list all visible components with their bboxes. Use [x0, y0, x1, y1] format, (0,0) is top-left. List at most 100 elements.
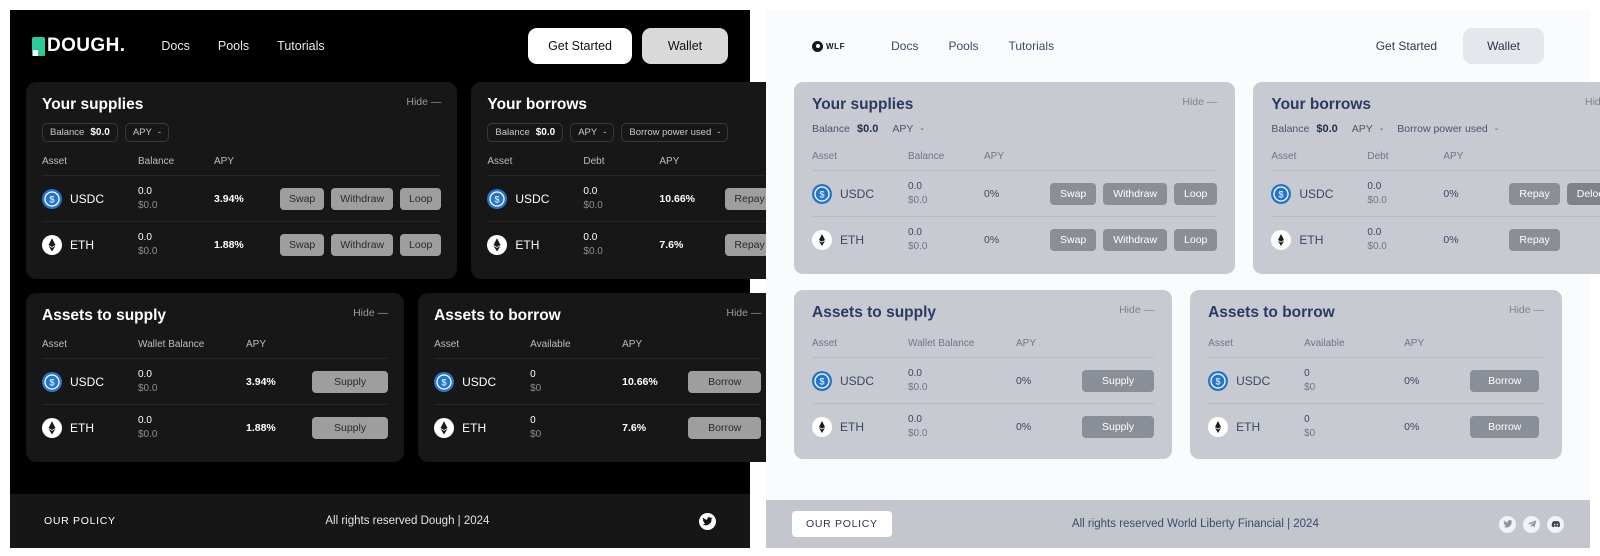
- card-assets-to-borrow: Assets to borrow Hide — Asset Available …: [418, 293, 778, 462]
- hide-toggle[interactable]: Hide —: [1585, 96, 1600, 108]
- nav-link-docs[interactable]: Docs: [891, 39, 918, 53]
- available-amount: 0: [530, 415, 536, 426]
- debt-amount: 0.0: [583, 232, 598, 243]
- borrow-button[interactable]: Borrow: [688, 370, 762, 393]
- pill-apy: APY -: [124, 123, 169, 142]
- hide-toggle[interactable]: Hide —: [726, 307, 761, 319]
- col-debt: Debt: [1367, 151, 1389, 162]
- cell-wallet-balance: 0.0 $0.0: [138, 414, 246, 441]
- light-logo[interactable]: WLF: [812, 40, 845, 52]
- discord-icon[interactable]: [1547, 515, 1564, 533]
- dark-logo[interactable]: DOUGH.: [32, 35, 125, 57]
- asset-name: USDC: [1236, 373, 1271, 388]
- wallet-amount: 0.0: [908, 368, 922, 379]
- withdraw-button[interactable]: Withdraw: [331, 233, 394, 256]
- telegram-icon[interactable]: [1523, 515, 1540, 533]
- col-debt: Debt: [583, 156, 605, 167]
- withdraw-button[interactable]: Withdraw: [331, 187, 394, 210]
- hide-toggle[interactable]: Hide —: [1119, 304, 1154, 316]
- repay-button[interactable]: Repay: [1509, 228, 1560, 251]
- social-links: [1499, 515, 1564, 533]
- col-asset: Asset: [812, 151, 838, 162]
- pill-balance: Balance $0.0: [1271, 123, 1337, 135]
- nav-link-tutorials[interactable]: Tutorials: [1009, 39, 1055, 53]
- col-actions: [312, 339, 388, 350]
- hide-toggle[interactable]: Hide —: [1509, 304, 1544, 316]
- light-theme-panel: WLF Docs Pools Tutorials Get Started Wal…: [766, 10, 1600, 548]
- cell-apy: 3.94%: [246, 375, 276, 388]
- asset-name: ETH: [840, 232, 864, 247]
- swap-button[interactable]: Swap: [1050, 228, 1097, 251]
- card-header: Your supplies Hide —: [812, 96, 1217, 114]
- withdraw-button[interactable]: Withdraw: [1103, 228, 1168, 251]
- swap-button[interactable]: Swap: [280, 233, 325, 256]
- pill-balance: Balance $0.0: [42, 123, 118, 142]
- wallet-button[interactable]: Wallet: [642, 28, 728, 64]
- nav-link-docs[interactable]: Docs: [161, 39, 189, 53]
- table-row: ETH 0.0 $0.0 1.88% Supply: [42, 404, 389, 450]
- social-links: [699, 512, 716, 530]
- nav-link-pools[interactable]: Pools: [218, 39, 249, 53]
- hide-toggle[interactable]: Hide —: [353, 307, 388, 319]
- supply-button[interactable]: Supply: [1082, 415, 1155, 438]
- cell-asset: $ USDC: [1208, 370, 1304, 391]
- eth-coin-icon: [1271, 229, 1292, 250]
- loop-button[interactable]: Loop: [400, 187, 442, 210]
- borrow-button[interactable]: Borrow: [688, 416, 762, 439]
- table-row: ETH 0 $0 0% Borrow: [1208, 403, 1544, 449]
- balance-amount: 0.0: [908, 181, 922, 192]
- hide-toggle[interactable]: Hide —: [1182, 96, 1217, 108]
- card-title: Assets to supply: [812, 304, 937, 321]
- hide-toggle[interactable]: Hide —: [406, 96, 441, 108]
- pill-borrow-power-used: Borrow power used -: [621, 123, 729, 142]
- repay-button[interactable]: Repay: [1509, 182, 1560, 205]
- pill-label: Borrow power used: [1397, 123, 1488, 135]
- balance-amount: 0.0: [138, 232, 152, 243]
- cell-asset: $ USDC: [42, 371, 138, 392]
- cell-apy: 0%: [1443, 233, 1459, 246]
- wallet-button[interactable]: Wallet: [1463, 28, 1544, 64]
- withdraw-button[interactable]: Withdraw: [1103, 182, 1168, 205]
- supply-button[interactable]: Supply: [312, 416, 389, 439]
- col-actions: [1082, 338, 1154, 349]
- supply-button[interactable]: Supply: [1082, 369, 1155, 392]
- cell-apy: 7.6%: [659, 238, 684, 251]
- dark-footer: OUR POLICY All rights reserved Dough | 2…: [10, 494, 750, 548]
- pill-label: APY: [132, 127, 152, 138]
- get-started-button[interactable]: Get Started: [1359, 28, 1454, 64]
- swap-button[interactable]: Swap: [280, 187, 325, 210]
- pill-label: APY: [578, 127, 598, 138]
- col-actions: [1050, 151, 1217, 162]
- borrow-button[interactable]: Borrow: [1470, 415, 1540, 438]
- twitter-icon[interactable]: [699, 512, 716, 530]
- our-policy-link[interactable]: OUR POLICY: [792, 511, 892, 537]
- loop-button[interactable]: Loop: [400, 233, 442, 256]
- cell-asset: $ USDC: [1271, 183, 1367, 204]
- wallet-amount: 0.0: [138, 369, 152, 380]
- table-row: $ USDC 0.0 $0.0 3.94% Supply: [42, 358, 389, 404]
- cell-asset: $ USDC: [487, 188, 583, 209]
- card-assets-to-borrow: Assets to borrow Hide — Asset Available …: [1190, 290, 1562, 459]
- cell-asset: ETH: [1208, 416, 1304, 437]
- nav-link-pools[interactable]: Pools: [948, 39, 978, 53]
- deloop-button[interactable]: Deloop: [1566, 182, 1600, 205]
- nav-link-tutorials[interactable]: Tutorials: [277, 39, 324, 53]
- cell-asset: ETH: [42, 417, 138, 438]
- col-apy: APY: [214, 156, 235, 167]
- dark-row-top: Your supplies Hide — Balance $0.0 APY -: [26, 82, 849, 279]
- our-policy-link[interactable]: OUR POLICY: [44, 515, 116, 527]
- svg-text:$: $: [1216, 376, 1221, 386]
- card-assets-to-supply: Assets to supply Hide — Asset Wallet Bal…: [794, 290, 1173, 459]
- cell-debt: 0.0 $0.0: [1367, 226, 1443, 253]
- col-available: Available: [530, 339, 571, 350]
- card-header: Your borrows Hide —: [1271, 96, 1600, 114]
- svg-text:$: $: [49, 194, 54, 204]
- borrow-button[interactable]: Borrow: [1470, 369, 1540, 392]
- get-started-button[interactable]: Get Started: [528, 28, 632, 64]
- swap-button[interactable]: Swap: [1050, 182, 1097, 205]
- balance-amount: 0.0: [138, 186, 152, 197]
- twitter-icon[interactable]: [1499, 515, 1516, 533]
- supply-button[interactable]: Supply: [312, 370, 389, 393]
- loop-button[interactable]: Loop: [1174, 182, 1218, 205]
- loop-button[interactable]: Loop: [1174, 228, 1218, 251]
